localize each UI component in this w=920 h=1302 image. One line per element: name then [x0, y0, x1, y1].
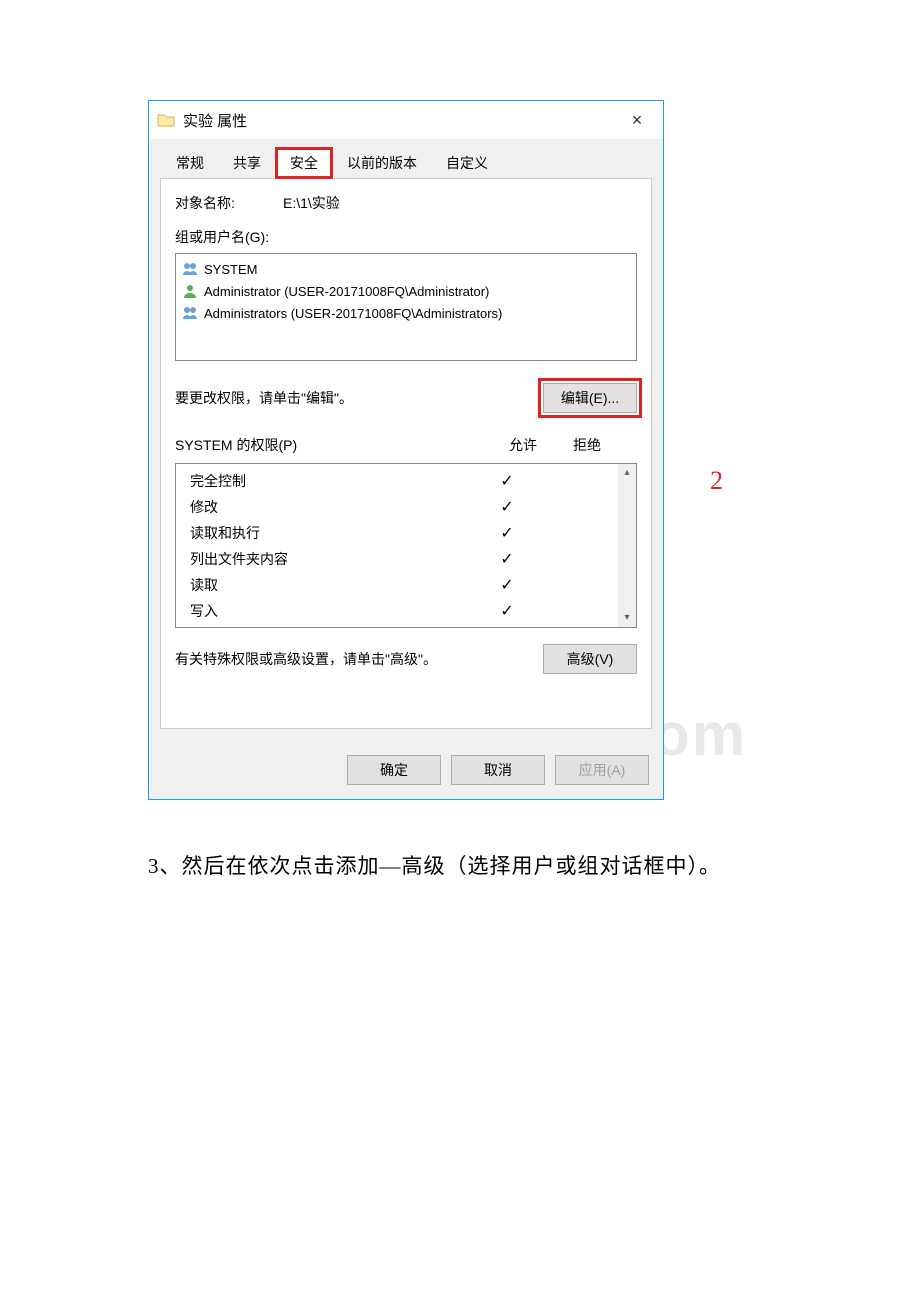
permission-row: 读取 ✓	[190, 572, 612, 598]
group-users-label: 组或用户名(G):	[175, 227, 637, 247]
dialog-body: 常规 共享 安全 以前的版本 自定义 对象名称: E:\1\实验 组或用户名(G…	[149, 139, 663, 799]
user-icon	[182, 283, 198, 299]
permission-row: 修改 ✓	[190, 494, 612, 520]
tab-previous-versions[interactable]: 以前的版本	[332, 147, 432, 179]
permission-name: 读取	[190, 575, 472, 595]
permission-name: 写入	[190, 601, 472, 621]
allow-check-icon: ✓	[472, 549, 542, 569]
list-item[interactable]: Administrator (USER-20171008FQ\Administr…	[180, 280, 632, 302]
apply-button[interactable]: 应用(A)	[555, 755, 649, 785]
tab-custom[interactable]: 自定义	[431, 147, 503, 179]
group-icon	[182, 261, 198, 277]
dialog-buttons: 确定 取消 应用(A)	[149, 741, 663, 799]
permission-name: 读取和执行	[190, 523, 472, 543]
object-name-label: 对象名称:	[175, 193, 283, 213]
allow-check-icon: ✓	[472, 601, 542, 621]
allow-check-icon: ✓	[472, 497, 542, 517]
advanced-hint-text: 有关特殊权限或高级设置，请单击"高级"。	[175, 649, 437, 669]
scroll-down-icon[interactable]: ▾	[618, 609, 636, 627]
edit-button[interactable]: 编辑(E)...	[543, 383, 637, 413]
ok-button[interactable]: 确定	[347, 755, 441, 785]
tab-general[interactable]: 常规	[161, 147, 219, 179]
list-item[interactable]: SYSTEM	[180, 258, 632, 280]
object-name-value: E:\1\实验	[283, 193, 340, 213]
permission-row: 读取和执行 ✓	[190, 520, 612, 546]
folder-icon	[157, 113, 175, 127]
window-title: 实验 属性	[183, 110, 615, 131]
scroll-up-icon[interactable]: ▴	[618, 464, 636, 482]
group-icon	[182, 305, 198, 321]
permission-name: 修改	[190, 497, 472, 517]
caption-text: 3、然后在依次点击添加—高级（选择用户或组对话框中）。	[148, 850, 721, 880]
permission-name: 列出文件夹内容	[190, 549, 472, 569]
advanced-button[interactable]: 高级(V)	[543, 644, 637, 674]
permissions-for-label: SYSTEM 的权限(P)	[175, 435, 297, 455]
user-name: Administrators (USER-20171008FQ\Administ…	[204, 306, 502, 321]
permission-row: 完全控制 ✓	[190, 468, 612, 494]
annotation-2: 2	[710, 466, 723, 496]
tabs-row: 常规 共享 安全 以前的版本 自定义	[149, 139, 663, 179]
allow-check-icon: ✓	[472, 523, 542, 543]
permissions-list: 完全控制 ✓ 修改 ✓ 读取和执行 ✓ 列出文	[175, 463, 637, 628]
permission-row: 写入 ✓	[190, 598, 612, 624]
close-button[interactable]: ×	[615, 105, 659, 135]
titlebar[interactable]: 实验 属性 ×	[149, 101, 663, 139]
properties-dialog: 实验 属性 × 常规 共享 安全 以前的版本 自定义 对象名称: E:\1\实验…	[148, 100, 664, 800]
object-name-row: 对象名称: E:\1\实验	[175, 193, 637, 213]
edit-permissions-row: 要更改权限，请单击"编辑"。 编辑(E)...	[175, 383, 637, 413]
permissions-header: SYSTEM 的权限(P) 允许 拒绝	[175, 435, 637, 455]
allow-column-header: 允许	[509, 435, 537, 455]
list-item[interactable]: Administrators (USER-20171008FQ\Administ…	[180, 302, 632, 324]
user-name: SYSTEM	[204, 262, 257, 277]
deny-column-header: 拒绝	[573, 435, 601, 455]
user-name: Administrator (USER-20171008FQ\Administr…	[204, 284, 489, 299]
allow-check-icon: ✓	[472, 575, 542, 595]
tab-share[interactable]: 共享	[218, 147, 276, 179]
tab-content-security: 对象名称: E:\1\实验 组或用户名(G): SYSTEM Administr…	[160, 178, 652, 729]
allow-check-icon: ✓	[472, 471, 542, 491]
permission-name: 完全控制	[190, 471, 472, 491]
user-list[interactable]: SYSTEM Administrator (USER-20171008FQ\Ad…	[175, 253, 637, 361]
edit-hint-text: 要更改权限，请单击"编辑"。	[175, 388, 353, 408]
cancel-button[interactable]: 取消	[451, 755, 545, 785]
advanced-row: 有关特殊权限或高级设置，请单击"高级"。 高级(V)	[175, 644, 637, 674]
scrollbar[interactable]: ▴ ▾	[618, 464, 636, 627]
tab-security[interactable]: 安全	[275, 147, 333, 179]
permission-row: 列出文件夹内容 ✓	[190, 546, 612, 572]
